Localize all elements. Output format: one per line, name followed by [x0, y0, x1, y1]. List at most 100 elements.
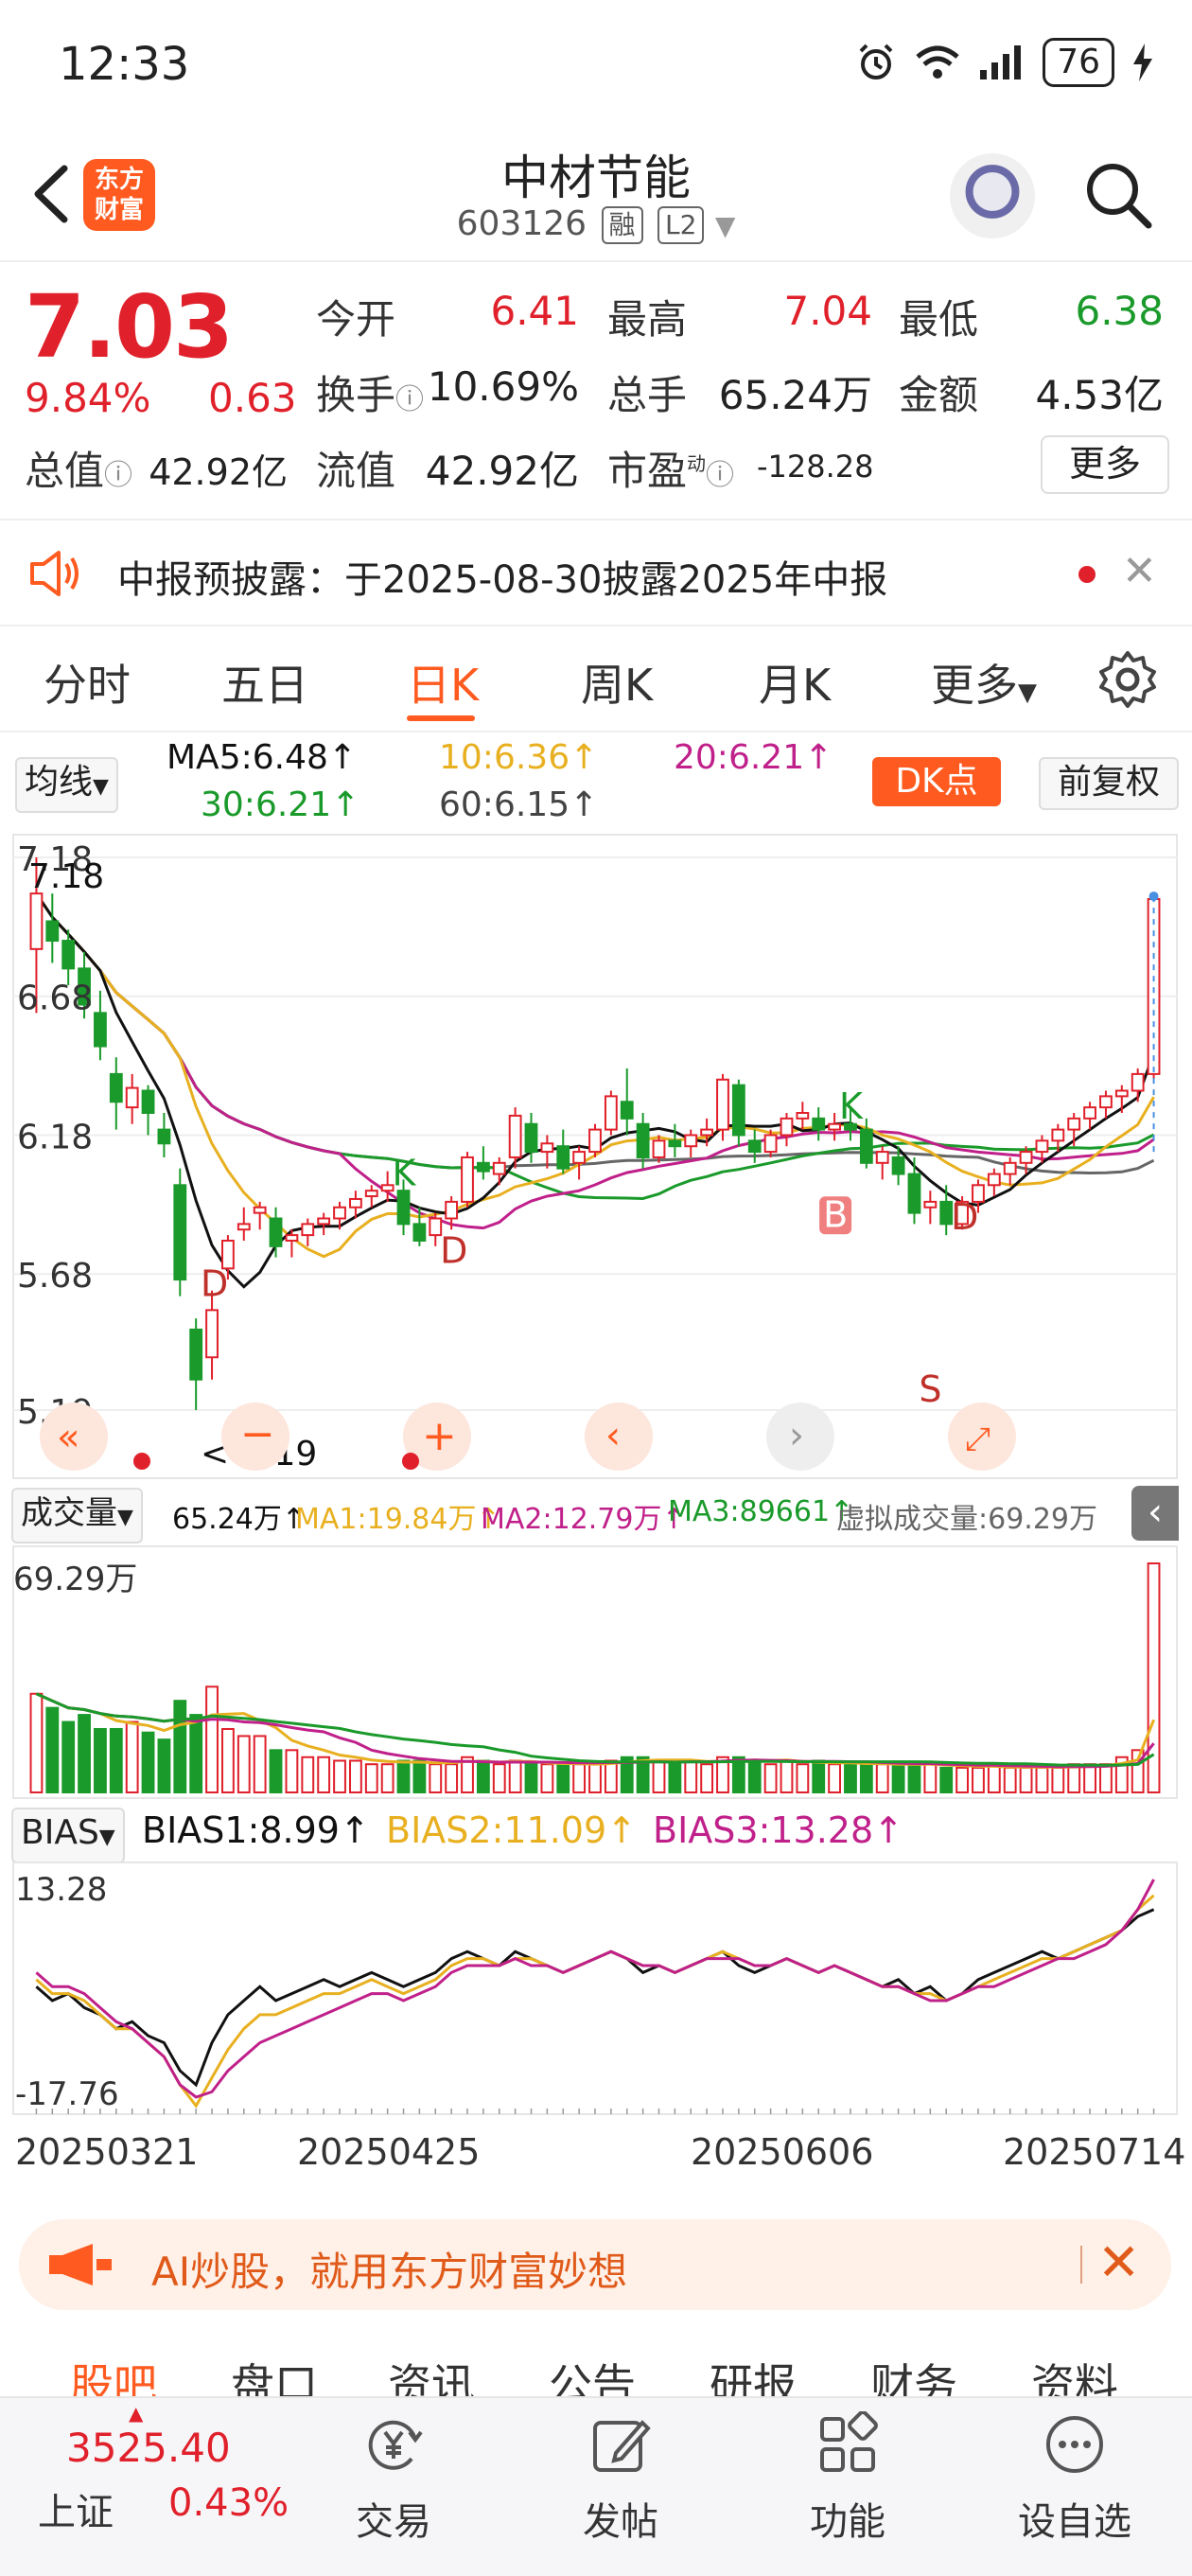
signal-label: D [201, 1263, 228, 1305]
more-button[interactable]: 更多 [1041, 435, 1169, 494]
tab-announcements[interactable]: 公告 [549, 2351, 636, 2396]
pe-superscript: 动 [687, 452, 707, 475]
volume-bar [173, 1700, 187, 1793]
volume-label: 总手 [607, 372, 688, 418]
tab-five-day[interactable]: 五日 [221, 651, 308, 714]
quote-panel: 7.03 9.84% 0.63 今开 6.41 最高 7.04 最低 6.38 … [0, 263, 1192, 500]
pe-label: 市盈动ⓘ [607, 448, 735, 494]
bias3-value: BIAS3:13.28↑ [653, 1809, 903, 1851]
signal-label: D [440, 1229, 467, 1271]
adjustment-button[interactable]: 前复权 [1039, 757, 1179, 810]
volume-bar [907, 1763, 921, 1793]
candle-body [636, 1122, 650, 1158]
turnover-value: 10.69% [427, 363, 579, 410]
tab-news[interactable]: 资讯 [388, 2351, 475, 2396]
expand-icon: ⤢ [965, 1420, 990, 1458]
event-dot [402, 1453, 419, 1470]
tab-research[interactable]: 研报 [710, 2351, 797, 2396]
volume-selector[interactable]: 成交量▼ [11, 1488, 143, 1544]
candle-body [907, 1173, 921, 1214]
kline-chart[interactable]: 7.186.686.185.685.19 DKDBKDS 7.18 <-5.19… [0, 833, 1192, 1486]
candle-body [780, 1117, 794, 1137]
tab-finance[interactable]: 财务 [870, 2351, 957, 2396]
volume-bar [524, 1763, 538, 1793]
signal-label: D [951, 1196, 978, 1238]
volume-bar [540, 1763, 554, 1793]
volume-value: 65.24万 [718, 372, 872, 418]
volume-bars [29, 1562, 1161, 1794]
tab-profile[interactable]: 资料 [1031, 2351, 1118, 2396]
volume-bar [652, 1759, 666, 1793]
nav-functions[interactable]: 功能 [772, 2411, 923, 2546]
volume-bar [700, 1763, 714, 1793]
volume-bar [859, 1763, 873, 1793]
candle-body [891, 1156, 905, 1175]
volume-bar [476, 1759, 490, 1793]
dk-point-button[interactable]: DK点 [872, 757, 1001, 806]
volume-bar [875, 1763, 889, 1793]
candle-body [205, 1309, 219, 1359]
candle-body [684, 1134, 698, 1148]
bias-lines [35, 1879, 1155, 2114]
info-icon[interactable]: ⓘ [706, 459, 734, 492]
tab-orderbook[interactable]: 盘口 [231, 2351, 318, 2396]
candle-body [237, 1223, 251, 1231]
volume-bar [29, 1692, 44, 1793]
collapse-panel-button[interactable]: ‹ [1131, 1486, 1179, 1541]
signal-label: B [823, 1193, 848, 1235]
candle-body [620, 1101, 634, 1120]
kline-ma-lines [35, 892, 1156, 1289]
candle-body [875, 1151, 889, 1164]
ma-selector[interactable]: 均线▼ [15, 757, 118, 813]
candle-body [317, 1217, 331, 1226]
candle-body [572, 1151, 587, 1164]
settings-gear-icon[interactable] [1097, 649, 1158, 710]
tab-forum[interactable]: 股吧 [70, 2351, 157, 2396]
ma-legend: 均线▼ MA5:6.48↑ 10:6.36↑ 20:6.21↑ 30:6.21↑… [0, 738, 1192, 833]
chevron-left-icon: ‹ [605, 1414, 621, 1457]
volume-bar [237, 1735, 251, 1793]
kline-y-tick: 5.68 [17, 1257, 93, 1296]
volume-bar [923, 1763, 938, 1793]
change-amount: 0.63 [208, 375, 297, 421]
volume-bar [78, 1714, 91, 1793]
float-cap-value: 42.92亿 [425, 448, 579, 494]
tab-more[interactable]: 更多▼ [931, 651, 1037, 714]
candle-body [859, 1128, 873, 1164]
volume-legend: 成交量▼ 65.24万↑ MA1:19.84万↑ MA2:12.79万↑ MA3… [0, 1486, 1192, 1544]
close-icon[interactable]: ✕ [1122, 547, 1157, 595]
tab-weekly-k[interactable]: 周K [581, 651, 653, 714]
edit-icon [593, 2420, 651, 2472]
info-icon[interactable]: ⓘ [104, 459, 132, 492]
tab-monthly-k[interactable]: 月K [759, 651, 831, 714]
stock-code: 603126 [456, 204, 587, 243]
candle-body [1019, 1151, 1033, 1164]
volume-bar [780, 1759, 794, 1793]
bias-selector[interactable]: BIAS▼ [11, 1808, 125, 1863]
ai-promo-banner[interactable]: AI炒股，就用东方财富妙想 ✕ [19, 2219, 1171, 2310]
candle-body [364, 1190, 378, 1198]
candle-body [29, 892, 44, 950]
candle-body [508, 1114, 522, 1158]
bottom-nav: ▲ 3525.40 上证 0.43% 交易 发帖 功能 设自选 [0, 2396, 1192, 2576]
candle-body [652, 1139, 666, 1158]
notice-bar[interactable]: 中报预披露：于2025-08-30披露2025年中报 ✕ [0, 519, 1192, 626]
tab-intraday[interactable]: 分时 [44, 651, 131, 714]
volume-ma-line [35, 1692, 1155, 1769]
bias-y-max: 13.28 [15, 1871, 107, 1909]
nav-watchlist[interactable]: 设自选 [999, 2411, 1150, 2546]
volume-bar [1003, 1766, 1017, 1793]
nav-trade[interactable]: 交易 [318, 2411, 469, 2546]
search-icon[interactable] [1080, 157, 1156, 233]
index-value[interactable]: 3525.40 [66, 2425, 231, 2471]
ai-robot-avatar[interactable] [950, 153, 1035, 238]
close-icon[interactable]: ✕ [1097, 2232, 1140, 2292]
candle-body [796, 1111, 810, 1120]
volume-bar [939, 1766, 954, 1793]
wifi-icon [916, 45, 959, 79]
tab-daily-k[interactable]: 日K [407, 651, 479, 714]
nav-post[interactable]: 发帖 [545, 2411, 696, 2546]
open-value: 6.41 [490, 288, 579, 334]
nav-watchlist-label: 设自选 [1018, 2500, 1131, 2544]
volume-bar [141, 1731, 155, 1793]
